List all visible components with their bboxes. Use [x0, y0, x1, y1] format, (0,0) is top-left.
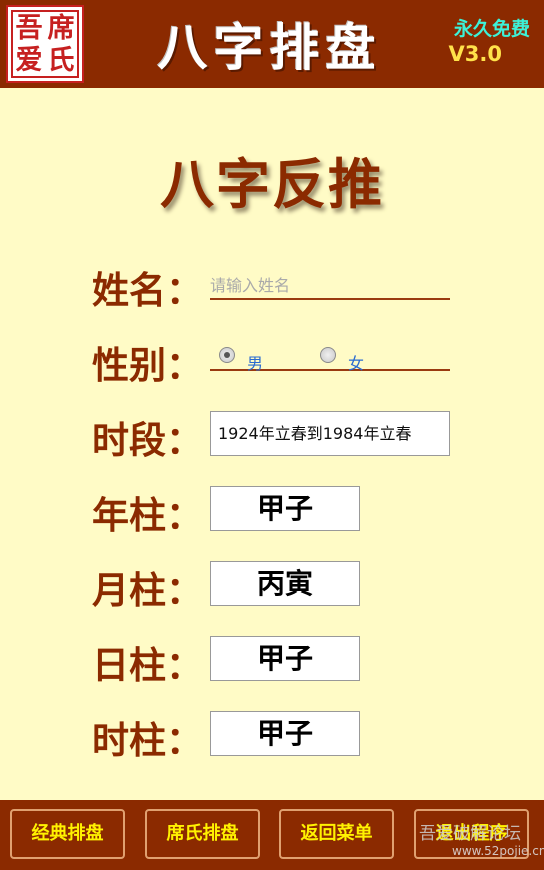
- year-pillar-select[interactable]: 甲子: [210, 486, 360, 531]
- period-select[interactable]: 1924年立春到1984年立春: [210, 411, 450, 456]
- return-menu-button[interactable]: 返回菜单: [279, 809, 394, 859]
- hour-pillar-label: 时柱：: [92, 719, 203, 762]
- month-pillar-label: 月柱：: [92, 569, 203, 612]
- page-title: 八字反推: [160, 153, 384, 216]
- month-pillar-select[interactable]: 丙寅: [210, 561, 360, 606]
- name-label: 姓名：: [92, 269, 203, 312]
- gender-male-radio[interactable]: [219, 347, 235, 363]
- gender-label: 性别：: [92, 344, 203, 387]
- version-label: V3.0: [448, 42, 502, 66]
- hour-pillar-select[interactable]: 甲子: [210, 711, 360, 756]
- period-label: 时段：: [92, 419, 203, 462]
- gender-female-label[interactable]: 女: [348, 350, 364, 374]
- gender-female-radio[interactable]: [320, 347, 336, 363]
- day-pillar-select[interactable]: 甲子: [210, 636, 360, 681]
- gender-underline: [210, 369, 450, 371]
- gender-male-label[interactable]: 男: [247, 350, 263, 374]
- watermark-url: www.52pojie.cn: [452, 844, 544, 858]
- app-header: 吾 席 爱 氏 八字排盘 永久免费 V3.0: [0, 0, 544, 88]
- watermark-text: 吾爱破解论坛: [419, 824, 521, 844]
- seal-logo: 吾 席 爱 氏: [6, 5, 84, 83]
- day-pillar-label: 日柱：: [92, 644, 203, 687]
- year-pillar-label: 年柱：: [92, 494, 203, 537]
- xi-chart-button[interactable]: 席氏排盘: [145, 809, 260, 859]
- free-badge: 永久免费: [453, 18, 530, 40]
- name-input[interactable]: [210, 272, 450, 300]
- app-title: 八字排盘: [157, 18, 382, 77]
- classic-chart-button[interactable]: 经典排盘: [10, 809, 125, 859]
